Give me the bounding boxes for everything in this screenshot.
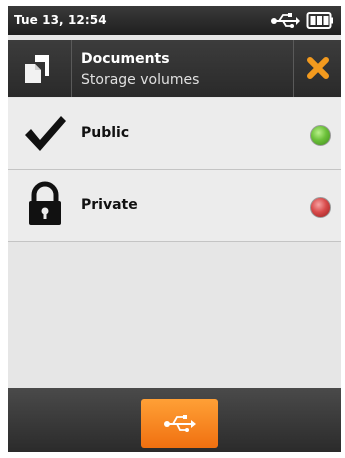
page-subtitle: Storage volumes bbox=[81, 72, 200, 88]
usb-icon bbox=[271, 13, 300, 28]
bottom-toolbar bbox=[8, 388, 341, 452]
lock-icon bbox=[29, 181, 61, 225]
documents-icon bbox=[25, 55, 49, 83]
volume-row-public[interactable]: Public bbox=[8, 98, 341, 170]
volume-label: Private bbox=[81, 197, 138, 213]
usb-icon bbox=[164, 415, 196, 432]
status-time: Tue 13, 12:54 bbox=[14, 13, 107, 27]
page-title: Documents bbox=[81, 51, 170, 67]
documents-icon-cell bbox=[8, 40, 72, 97]
status-bar: Tue 13, 12:54 bbox=[8, 6, 341, 35]
checkmark-icon bbox=[25, 116, 66, 151]
volume-row-private[interactable]: Private bbox=[8, 170, 341, 242]
battery-icon bbox=[306, 12, 333, 29]
usb-button[interactable] bbox=[141, 399, 218, 448]
app-screen: Tue 13, 12:54 Documents Storage volumes … bbox=[8, 6, 341, 452]
status-indicator-green bbox=[310, 125, 331, 146]
volume-label: Public bbox=[81, 125, 130, 141]
header-bar: Documents Storage volumes bbox=[8, 40, 341, 97]
status-indicator-red bbox=[310, 197, 331, 218]
close-button[interactable] bbox=[293, 40, 341, 97]
close-icon bbox=[307, 57, 329, 79]
